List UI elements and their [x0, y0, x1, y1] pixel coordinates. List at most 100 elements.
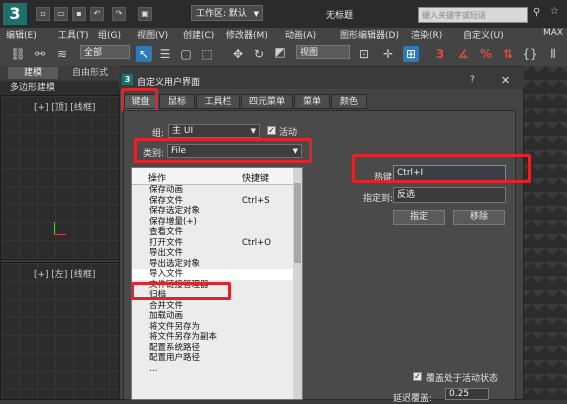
open-file-icon[interactable]: ▭	[54, 7, 68, 21]
viewport-perspective[interactable]	[524, 66, 567, 400]
app-logo-icon[interactable]: 3	[3, 3, 27, 25]
dialog-close-icon[interactable]: ✕	[501, 74, 510, 87]
action-name: 将文件另存为副本	[149, 332, 218, 342]
active-checkbox[interactable]: ✓	[267, 126, 276, 135]
list-item[interactable]: 保存动画	[132, 185, 294, 196]
action-name: 配置系统路径	[149, 342, 201, 353]
select-object-icon[interactable]: ↖	[136, 46, 152, 62]
highlight-keyboard-tab	[121, 88, 158, 112]
list-item[interactable]: 查看文件	[132, 227, 294, 238]
link-icon[interactable]: ⛓	[10, 46, 26, 62]
group-select[interactable]: 主 UI ▼	[168, 124, 260, 138]
percent-snap-icon[interactable]: %	[478, 46, 494, 62]
list-item[interactable]: 配置系统路径	[132, 343, 294, 354]
list-item[interactable]: 将文件另存为副本	[132, 332, 294, 343]
menu-views[interactable]: 视图(V)	[137, 28, 168, 41]
rectangle-selection-icon[interactable]: ▢	[178, 46, 194, 62]
menu-max[interactable]: MAX	[543, 28, 563, 38]
window-title: 无标题	[326, 11, 354, 21]
bind-spacewarp-icon[interactable]: ≋	[54, 46, 70, 62]
list-item[interactable]: 保存增量(+)	[132, 217, 294, 228]
action-name: 保存动画	[149, 185, 184, 195]
delay-override-input[interactable]: 0.25	[445, 388, 489, 400]
select-by-name-icon[interactable]: ☰	[157, 46, 173, 62]
list-item[interactable]: 导出选定对象	[132, 259, 294, 270]
list-item[interactable]: 将文件另存为	[132, 322, 294, 333]
list-item[interactable]: 导出文件	[132, 248, 294, 259]
action-name: 保存文件	[149, 195, 184, 206]
tab-colors[interactable]: 颜色	[331, 94, 367, 109]
action-name: 加载动画	[149, 311, 184, 321]
viewport-top-label[interactable]: [+] [顶] [线框]	[34, 100, 95, 113]
menu-create[interactable]: 创建(C)	[183, 28, 214, 41]
menu-group[interactable]: 组(G)	[98, 28, 121, 41]
undo-icon[interactable]: ↶	[90, 7, 104, 21]
column-action[interactable]: 操作	[148, 171, 166, 184]
dialog-app-icon: 3	[122, 74, 133, 85]
column-shortcut[interactable]: 快捷键	[242, 171, 269, 184]
keyboard-shortcut-override-icon[interactable]: ⊞	[403, 46, 419, 62]
highlight-import-file	[131, 282, 231, 300]
viewport-left-label[interactable]: [+] [左] [线框]	[34, 267, 95, 280]
menu-graph-editors[interactable]: 图形编辑器(D)	[340, 28, 399, 41]
select-manipulate-icon[interactable]: ✛	[380, 46, 396, 62]
menu-modifiers[interactable]: 修改器(M)	[226, 28, 268, 41]
action-name: 导入文件	[149, 269, 184, 279]
action-name: 导出选定对象	[149, 258, 201, 269]
project-folder-icon[interactable]: ▣	[138, 7, 152, 21]
override-label: 覆盖处于活动状态	[426, 374, 499, 384]
tab-quad-menus[interactable]: 四元菜单	[241, 94, 293, 109]
snaps-toggle-icon[interactable]: 3	[432, 46, 448, 62]
list-item[interactable]: 合并文件	[132, 301, 294, 312]
tab-mouse[interactable]: 鼠标	[159, 94, 195, 109]
scrollbar-thumb[interactable]	[294, 183, 301, 263]
edit-named-selection-icon[interactable]: {}	[522, 46, 538, 62]
assign-button[interactable]: 指定	[393, 210, 445, 225]
viewport-left[interactable]	[0, 262, 120, 400]
select-scale-icon[interactable]: ◩	[272, 44, 288, 60]
unlink-icon[interactable]: ⚯	[32, 46, 48, 62]
workspace-select[interactable]: 工作区: 默认 ▼	[191, 5, 263, 21]
list-item[interactable]: 保存文件 Ctrl+S	[132, 196, 294, 207]
select-rotate-icon[interactable]: ↻	[251, 46, 267, 62]
pivot-center-icon[interactable]: ⊡	[356, 46, 372, 62]
menu-customize[interactable]: 自定义(U)	[463, 28, 504, 41]
dialog-help-button[interactable]: ?	[470, 75, 475, 85]
angle-snap-icon[interactable]: ∡	[455, 46, 471, 62]
override-checkbox[interactable]: ✓	[413, 372, 422, 381]
list-item[interactable]: 保存选定对象	[132, 206, 294, 217]
list-item[interactable]: 打开文件 Ctrl+O	[132, 238, 294, 249]
menu-animation[interactable]: 动画(A)	[285, 28, 316, 41]
reference-coordinate-select[interactable]: 视图	[296, 45, 350, 59]
list-item[interactable]: …	[132, 364, 294, 375]
list-item[interactable]: 加载动画	[132, 311, 294, 322]
tab-menus[interactable]: 菜单	[294, 94, 330, 109]
menu-rendering[interactable]: 渲染(R)	[411, 28, 442, 41]
select-move-icon[interactable]: ✥	[230, 46, 246, 62]
window-crossing-icon[interactable]: ⬚	[199, 46, 215, 62]
mirror-icon[interactable]: ⫴	[545, 46, 561, 62]
highlight-hotkey	[352, 154, 531, 183]
redo-icon[interactable]: ↷	[112, 7, 126, 21]
action-name: 配置用户路径	[149, 353, 201, 363]
viewport-top[interactable]	[0, 95, 120, 260]
remove-button[interactable]: 移除	[453, 210, 505, 225]
save-file-icon[interactable]: ▪	[72, 7, 86, 21]
list-item[interactable]: 导入文件	[132, 269, 294, 280]
ribbon-tab-modeling[interactable]: 建模	[8, 67, 58, 79]
binoculars-icon[interactable]: ⚲	[533, 7, 540, 18]
new-file-icon[interactable]: ▫	[36, 7, 50, 21]
star-icon[interactable]: ☆	[550, 6, 559, 17]
action-name: 保存选定对象	[149, 206, 201, 216]
assigned-to-label: 指定到:	[363, 194, 394, 204]
ribbon-tab-freeform[interactable]: 自由形式	[72, 67, 108, 79]
tab-toolbars[interactable]: 工具栏	[196, 94, 240, 109]
list-item[interactable]: 配置用户路径	[132, 353, 294, 364]
spinner-snap-icon[interactable]: ⇅	[500, 46, 516, 62]
selection-filter-select[interactable]: 全部	[80, 45, 130, 59]
menu-edit[interactable]: 编辑(E)	[6, 28, 37, 41]
action-name: 导出文件	[149, 248, 184, 258]
search-input[interactable]: 键入关键字或短语	[418, 7, 528, 23]
action-name: 保存增量(+)	[149, 216, 197, 227]
menu-tools[interactable]: 工具(T)	[58, 28, 89, 41]
